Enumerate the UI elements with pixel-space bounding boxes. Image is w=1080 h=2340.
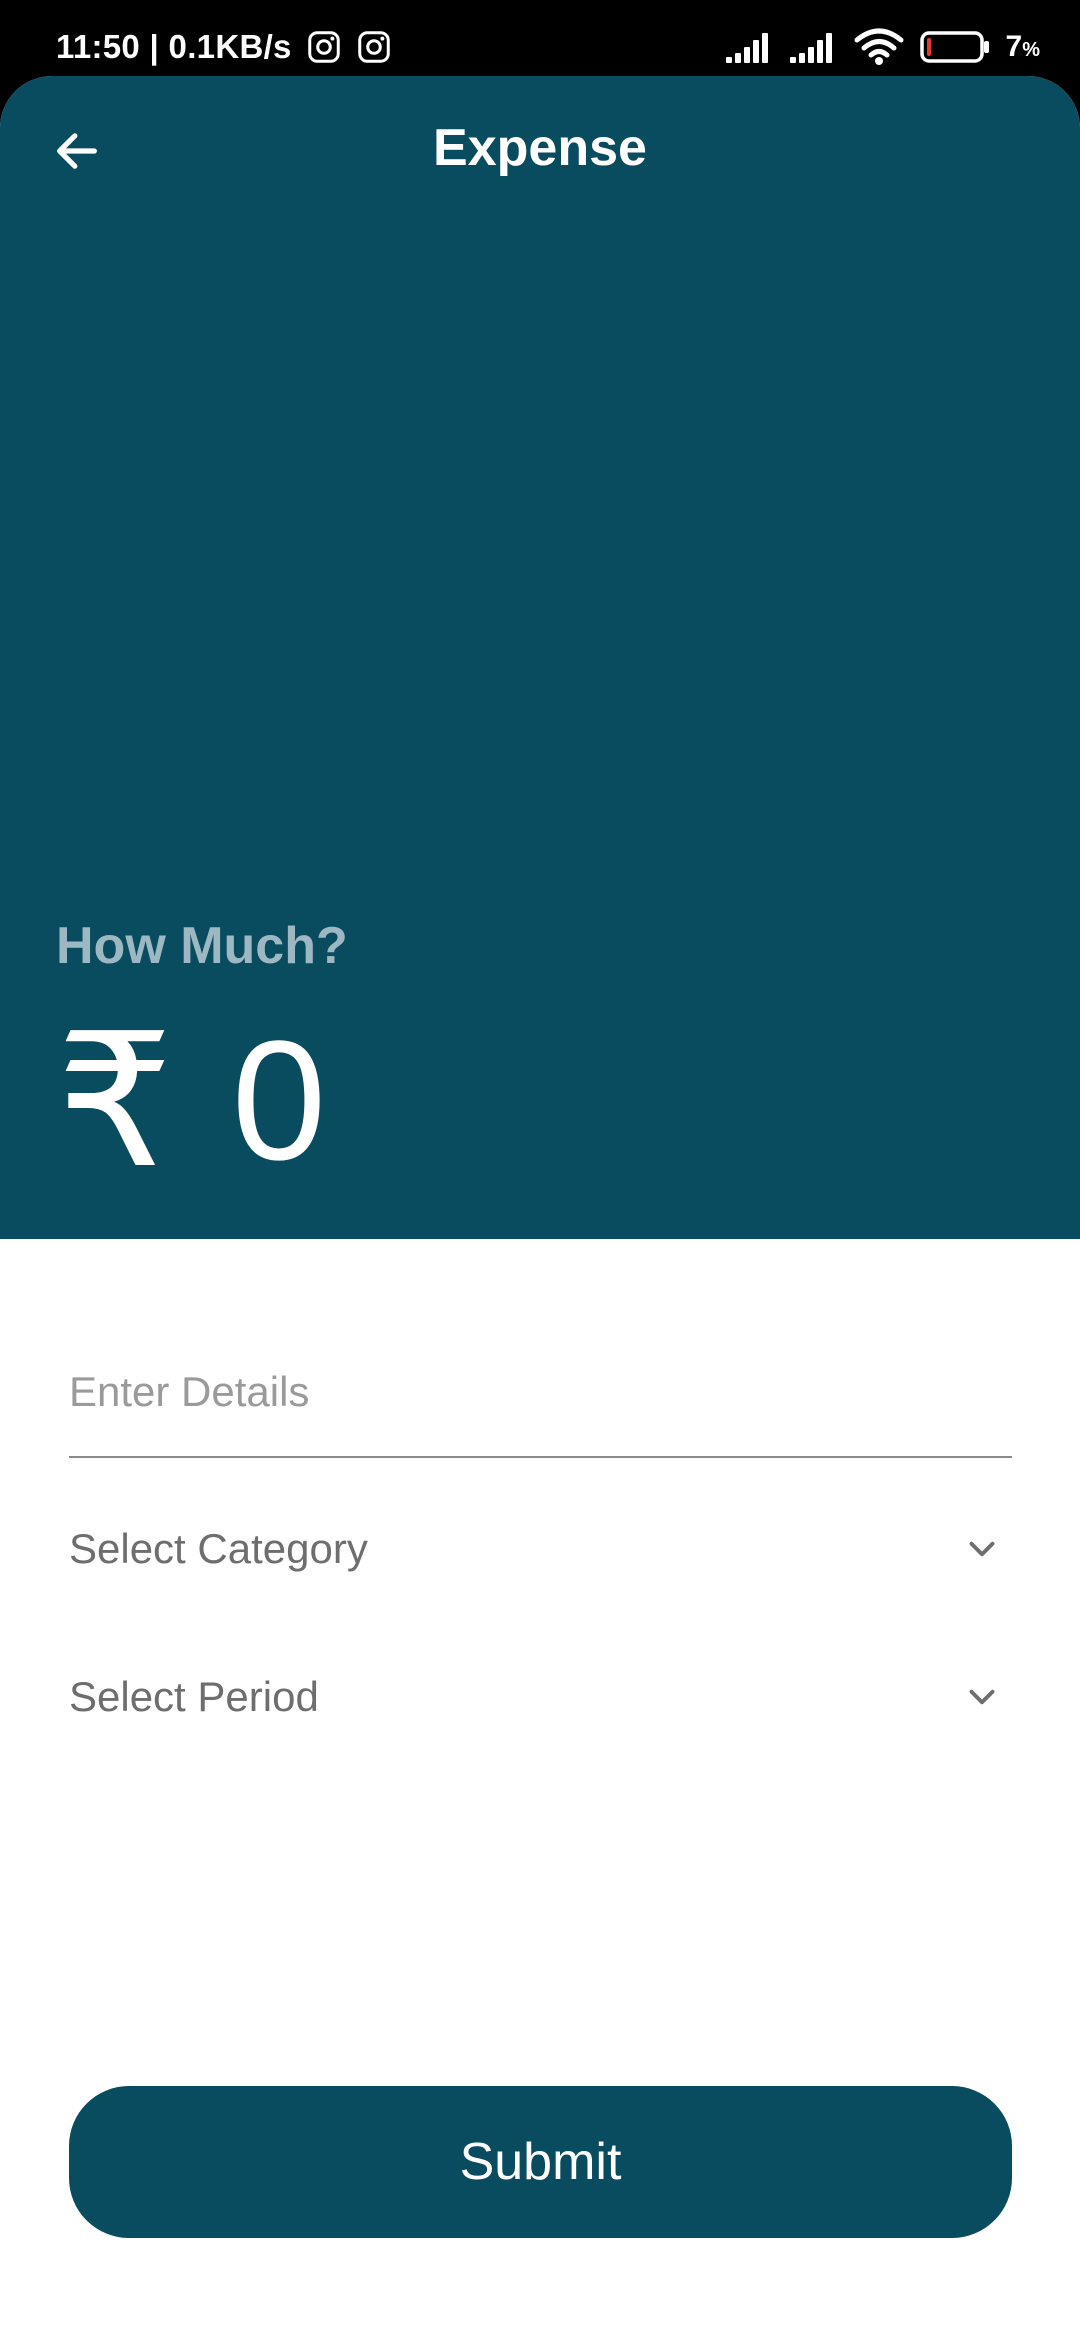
- signal-icon: [725, 33, 768, 63]
- status-left: 11:50 | 0.1KB/s: [56, 22, 392, 72]
- battery-percent: 7%: [1005, 30, 1040, 63]
- amount-row[interactable]: ₹ 0: [56, 1008, 327, 1193]
- chevron-down-icon: [969, 1541, 995, 1557]
- signal-icon: [789, 33, 832, 63]
- amount-value[interactable]: 0: [232, 1016, 327, 1186]
- amount-label: How Much?: [56, 917, 348, 975]
- details-input[interactable]: [69, 1328, 1012, 1458]
- instagram-icon: [357, 31, 390, 63]
- chevron-down-icon: [969, 1689, 995, 1705]
- currency-symbol: ₹: [56, 992, 174, 1209]
- category-select[interactable]: Select Category: [69, 1494, 1012, 1604]
- page-title: Expense: [433, 119, 647, 177]
- status-time: 11:50 | 0.1KB/s: [56, 28, 292, 65]
- status-right: 7%: [725, 22, 1040, 72]
- category-select-label: Select Category: [69, 1525, 368, 1572]
- expense-screen: Expense How Much? ₹ 0 Select Category Se…: [0, 76, 1080, 2340]
- wifi-icon: [854, 28, 904, 65]
- period-select[interactable]: Select Period: [69, 1642, 1012, 1752]
- period-select-label: Select Period: [69, 1673, 319, 1720]
- instagram-icon: [307, 31, 340, 63]
- header-panel: Expense How Much? ₹ 0: [0, 76, 1080, 1239]
- submit-button[interactable]: Submit: [69, 2086, 1012, 2238]
- battery-icon: [919, 31, 989, 63]
